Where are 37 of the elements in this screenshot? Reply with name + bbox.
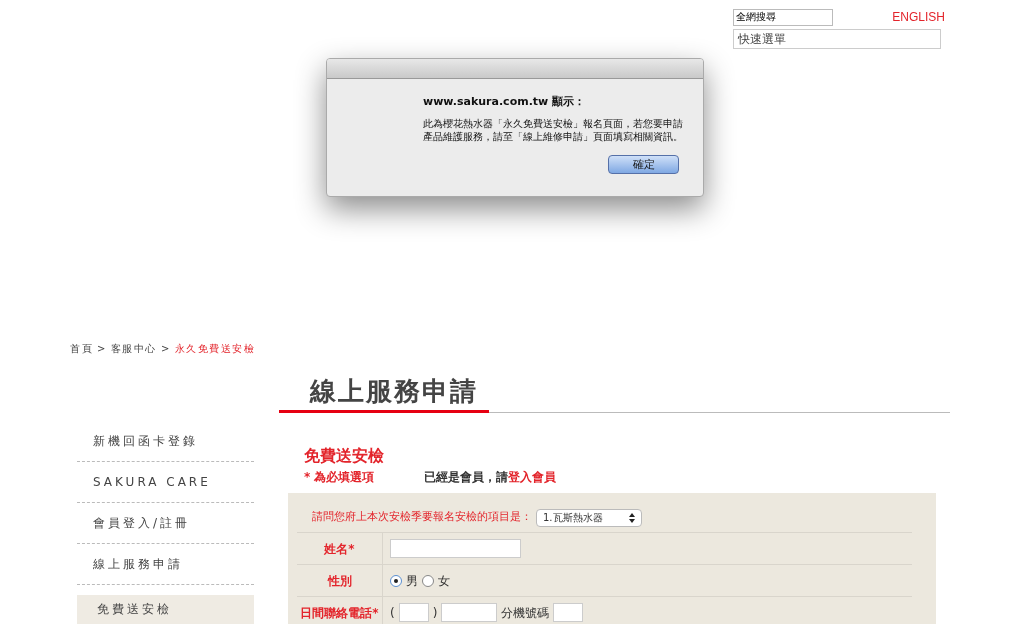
sidebar-item[interactable]: 線上服務申請 — [77, 544, 254, 585]
field-label: 姓名* — [297, 533, 383, 564]
language-link[interactable]: ENGLISH — [892, 8, 945, 26]
required-note: * 為必填選項 — [304, 469, 376, 486]
breadcrumb-link[interactable]: 首頁 — [70, 341, 93, 356]
breadcrumb-link[interactable]: 客服中心 — [110, 341, 157, 356]
page-title: 線上服務申請 — [308, 375, 479, 408]
radio-label: 女 — [438, 572, 450, 590]
stepper-icon — [629, 512, 635, 523]
paren-text: ) — [432, 604, 438, 622]
extension-field[interactable] — [553, 603, 584, 622]
ok-button[interactable]: 確定 — [608, 154, 679, 174]
area-code-field[interactable] — [398, 603, 429, 622]
sidebar-item[interactable]: SAKURA CARE — [77, 462, 254, 503]
quick-menu-select[interactable]: 快速選單 — [733, 29, 941, 49]
extension-label: 分機號碼 — [501, 604, 550, 622]
radio-button[interactable] — [390, 574, 402, 587]
member-prompt: 已經是會員，請登入會員 — [424, 469, 556, 486]
inspection-item-select[interactable]: 1.瓦斯熱水器 — [536, 508, 642, 527]
phone-field[interactable] — [441, 603, 498, 622]
search-field[interactable]: 全網搜尋 — [733, 8, 833, 26]
field-label: 性別 — [297, 565, 383, 596]
dialog-source: www.sakura.com.tw 顯示： — [423, 94, 587, 110]
name-field[interactable] — [390, 539, 521, 558]
sidebar-item[interactable]: 會員登入/註冊 — [77, 503, 254, 544]
radio-label: 男 — [406, 572, 418, 590]
paren-text: ( — [390, 604, 395, 622]
sidebar-item[interactable]: 免費送安檢 — [77, 595, 254, 624]
breadcrumb-separator: > — [160, 342, 171, 356]
form-heading: 免費送安檢 — [304, 446, 385, 466]
sidebar-item[interactable]: 新機回函卡登錄 — [77, 421, 254, 462]
login-link[interactable]: 登入會員 — [508, 470, 556, 484]
breadcrumb-separator: > — [97, 342, 107, 356]
field-label: 日間聯絡電話* — [297, 597, 383, 624]
question-label: 請問您府上本次安檢季要報名安檢的項目是： — [312, 509, 532, 526]
radio-button[interactable] — [422, 574, 434, 587]
dialog-message: 此為櫻花熱水器「永久免費送安檢」報名頁面，若您要申請產品維護服務，請至「線上維修申請」頁面填寫相關資訊。 — [423, 116, 683, 143]
